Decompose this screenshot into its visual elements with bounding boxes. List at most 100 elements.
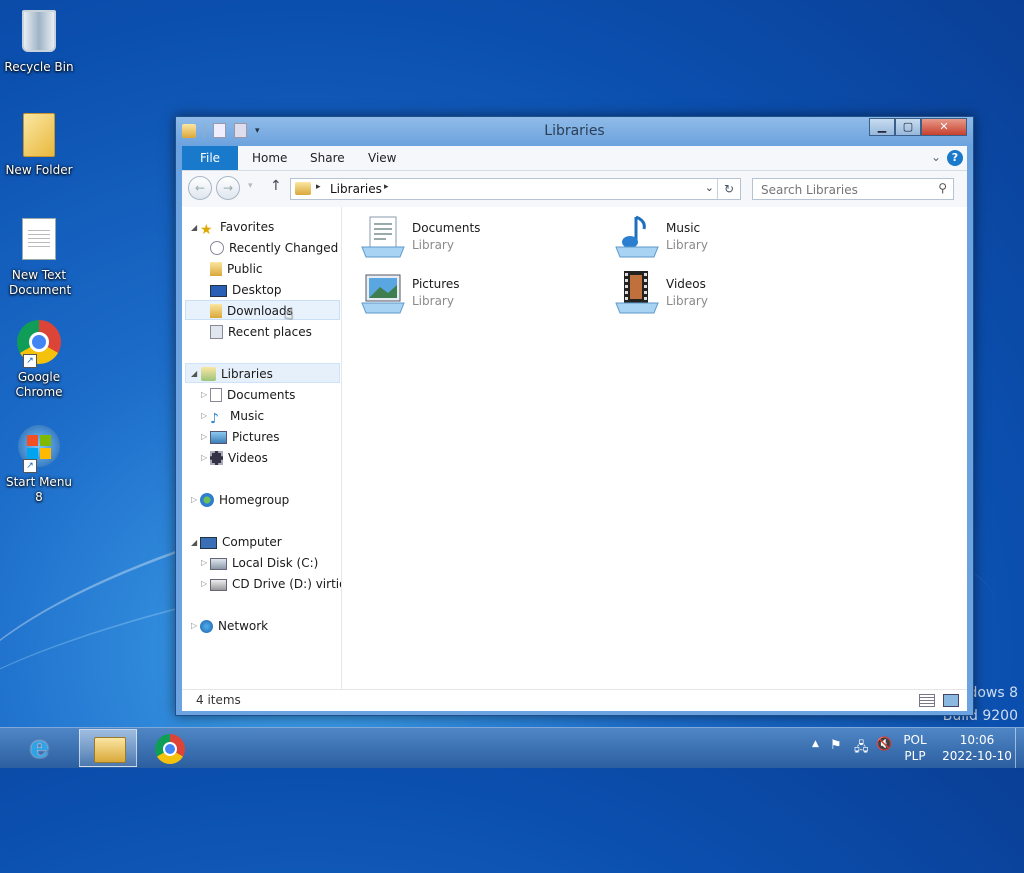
music-icon: ♪ (210, 411, 219, 427)
network-tray-icon[interactable]: 🖧 (854, 738, 869, 760)
nav-videos[interactable]: Videos (210, 448, 268, 468)
taskbar-google-chrome[interactable] (141, 729, 199, 767)
minimize-button[interactable]: ▁ (869, 118, 895, 136)
recent-pages-icon[interactable]: ▾ (248, 181, 253, 191)
library-icon (201, 367, 216, 381)
status-bar: 4 items (182, 689, 967, 711)
collapsed-arrow-icon[interactable]: ▷ (201, 390, 207, 399)
cd-drive-icon (210, 579, 227, 591)
explorer-icon (94, 737, 126, 763)
nav-label: Recent places (228, 325, 312, 339)
search-box[interactable]: ⚲ (752, 178, 954, 200)
tab-view[interactable]: View (368, 146, 396, 170)
nav-recent-places[interactable]: Recent places (210, 322, 312, 342)
flag-icon[interactable]: ⚑ (830, 738, 842, 753)
desktop-icon-new-folder[interactable]: New Folder (2, 110, 76, 178)
library-item-videos[interactable]: Videos Library (614, 269, 834, 317)
nav-cd-drive-d[interactable]: CD Drive (D:) virtio-win (210, 574, 341, 594)
close-button[interactable]: ✕ (921, 118, 967, 136)
desktop-icon-new-text-document[interactable]: New Text Document (2, 214, 76, 298)
collapsed-arrow-icon[interactable]: ▷ (201, 432, 207, 441)
show-desktop-button[interactable] (1015, 728, 1024, 768)
nav-network[interactable]: Network (200, 616, 268, 636)
up-button[interactable]: ↑ (270, 178, 282, 194)
nav-label: Computer (222, 535, 282, 549)
nav-label: Favorites (220, 220, 275, 234)
address-bar[interactable]: ▸ Libraries ▸ ⌄ ↻ (290, 178, 741, 200)
forward-button[interactable]: → (216, 176, 240, 200)
collapsed-arrow-icon[interactable]: ▷ (201, 411, 207, 420)
shortcut-arrow-icon: ↗ (23, 354, 37, 368)
help-icon[interactable]: ? (947, 150, 963, 166)
nav-pictures[interactable]: Pictures (210, 427, 280, 447)
nav-computer[interactable]: Computer (200, 532, 282, 552)
language-indicator[interactable]: POL PLP (900, 732, 930, 764)
nav-documents[interactable]: Documents (210, 385, 295, 405)
library-type: Library (666, 294, 708, 308)
title-bar[interactable]: ▾ Libraries ▁ ▢ ✕ (176, 117, 973, 145)
volume-muted-icon[interactable]: 🔇 (876, 737, 892, 752)
desktop-icon (210, 285, 227, 297)
search-input[interactable] (759, 181, 928, 199)
desktop-icon-label: New Folder (5, 163, 73, 177)
nav-libraries[interactable]: Libraries (185, 363, 340, 383)
search-icon[interactable]: ⚲ (938, 181, 947, 195)
nav-downloads[interactable]: Downloads (185, 300, 340, 320)
nav-label: Videos (228, 451, 268, 465)
nav-favorites[interactable]: ★ Favorites (200, 217, 274, 237)
nav-desktop[interactable]: Desktop (210, 280, 282, 300)
chevron-right-icon[interactable]: ▸ (316, 182, 321, 192)
collapsed-arrow-icon[interactable]: ▷ (201, 579, 207, 588)
pictures-library-icon (361, 274, 405, 314)
desktop-icon-google-chrome[interactable]: ↗ Google Chrome (2, 318, 76, 400)
clock-time: 10:06 (959, 733, 995, 747)
expanded-arrow-icon[interactable]: ◢ (191, 223, 197, 232)
large-icons-view-icon[interactable] (943, 694, 959, 707)
tab-share[interactable]: Share (310, 146, 345, 170)
show-hidden-icons-button[interactable]: ▲ (812, 739, 819, 749)
recent-places-icon (210, 325, 223, 339)
maximize-button[interactable]: ▢ (895, 118, 921, 136)
chrome-icon (155, 734, 185, 764)
taskbar-file-explorer[interactable] (79, 729, 137, 767)
collapsed-arrow-icon[interactable]: ▷ (201, 558, 207, 567)
back-button[interactable]: ← (188, 176, 212, 200)
star-icon: ★ (200, 222, 213, 238)
library-item-documents[interactable]: Documents Library (360, 213, 580, 261)
nav-homegroup[interactable]: Homegroup (200, 490, 289, 510)
nav-local-disk-c[interactable]: Local Disk (C:) (210, 553, 318, 573)
homegroup-icon (200, 493, 214, 507)
taskbar: e ▲ ⚑ 🖧 🔇 POL PLP 10:06 2022-10-10 (0, 727, 1024, 768)
tab-file[interactable]: File (182, 146, 238, 170)
chevron-down-icon[interactable]: ⌄ (705, 181, 714, 194)
videos-icon (210, 451, 223, 465)
content-pane: Documents Library Music Library Pictures… (342, 207, 967, 690)
collapsed-arrow-icon[interactable]: ▷ (201, 453, 207, 462)
clock[interactable]: 10:06 2022-10-10 (942, 732, 1012, 764)
nav-music[interactable]: ♪ Music (210, 406, 264, 426)
nav-recently-changed[interactable]: Recently Changed (210, 238, 338, 258)
expanded-arrow-icon[interactable]: ◢ (191, 538, 197, 547)
window-title: Libraries (544, 123, 605, 139)
nav-label: CD Drive (D:) virtio-win (232, 577, 341, 591)
nav-public[interactable]: Public (210, 259, 263, 279)
library-item-music[interactable]: Music Library (614, 213, 834, 261)
nav-label: Public (227, 262, 263, 276)
shortcut-arrow-icon: ↗ (23, 459, 37, 473)
taskbar-internet-explorer[interactable]: e (16, 729, 74, 767)
chevron-right-icon[interactable]: ▸ (384, 182, 389, 192)
tab-home[interactable]: Home (252, 146, 287, 170)
collapsed-arrow-icon[interactable]: ▷ (191, 495, 197, 504)
collapsed-arrow-icon[interactable]: ▷ (191, 621, 197, 630)
details-view-icon[interactable] (919, 694, 935, 707)
library-item-pictures[interactable]: Pictures Library (360, 269, 580, 317)
desktop-icon-recycle-bin[interactable]: Recycle Bin (2, 6, 76, 75)
refresh-icon[interactable]: ↻ (717, 179, 740, 199)
downloads-folder-icon (210, 304, 222, 318)
desktop-icon-start-menu-8[interactable]: ↗ Start Menu 8 (2, 422, 76, 505)
system-tray: ▲ ⚑ 🖧 🔇 POL PLP 10:06 2022-10-10 (804, 728, 1024, 768)
expanded-arrow-icon[interactable]: ◢ (191, 369, 197, 378)
watermark-line1: dows 8 (968, 685, 1018, 701)
breadcrumb-libraries[interactable]: Libraries (330, 182, 382, 196)
expand-ribbon-icon[interactable]: ⌄ (931, 150, 941, 164)
